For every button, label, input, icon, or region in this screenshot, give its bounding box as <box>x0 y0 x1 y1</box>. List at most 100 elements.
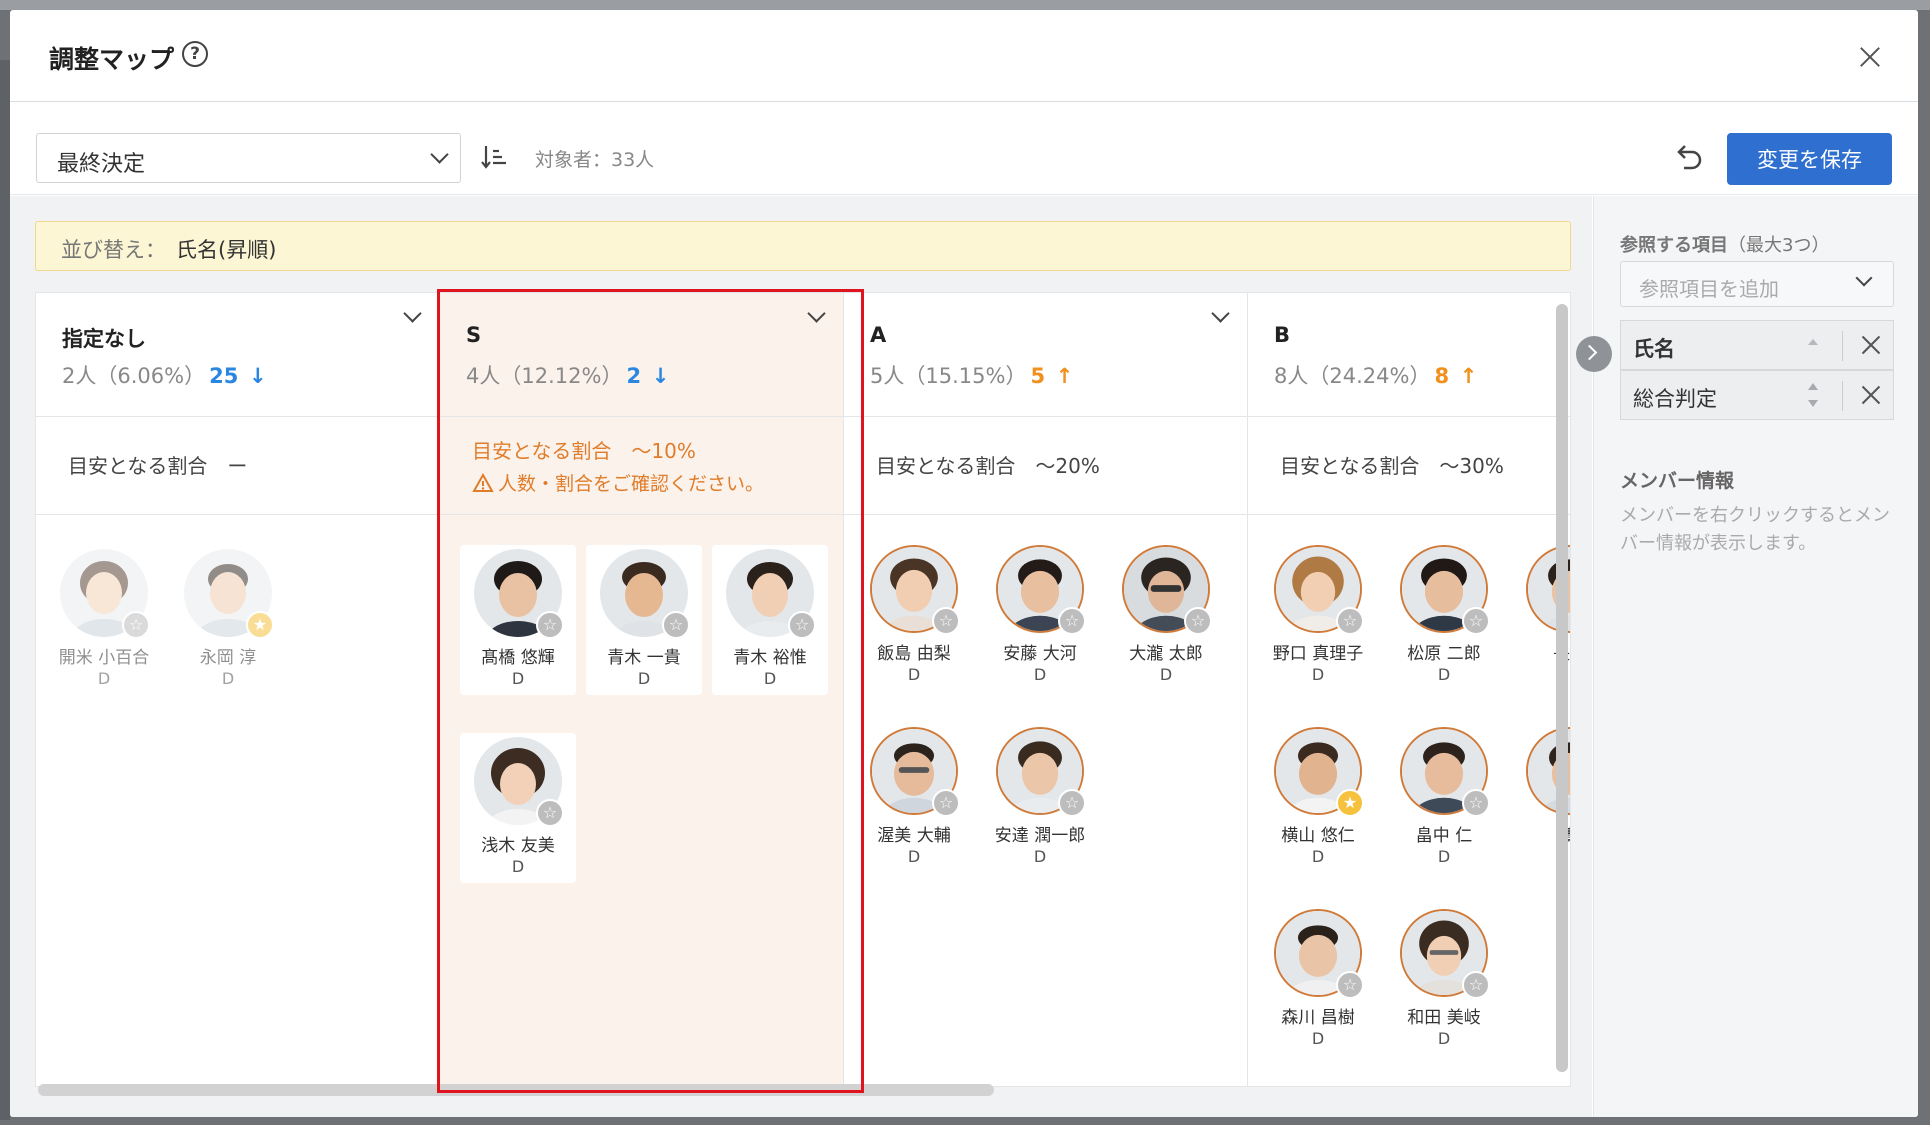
panel-toggle-button[interactable] <box>1576 336 1612 372</box>
member-card[interactable]: ☆ 畠中 仁 D <box>1386 723 1502 873</box>
star-icon[interactable]: ☆ <box>932 607 960 635</box>
member-grade: D <box>1311 847 1325 866</box>
member-info-description: メンバーを右クリックするとメンバー情報が表示します。 <box>1620 505 1890 554</box>
target-ratio-text: 目安となる割合 ー <box>68 454 248 478</box>
column-header: A 5人（15.15%） 5 ↑ <box>844 293 1247 417</box>
chevron-down-icon <box>1855 269 1873 287</box>
column-header: S 4人（12.12%） 2 ↓ <box>440 293 843 417</box>
target-ratio-text: 目安となる割合 ～30% <box>1280 454 1504 478</box>
vertical-scrollbar[interactable] <box>1556 304 1568 1072</box>
star-icon[interactable]: ☆ <box>1336 971 1364 999</box>
grade-column-a: A 5人（15.15%） 5 ↑ 目安となる割合 ～20% ☆ 飯島 由梨 D … <box>844 293 1248 1086</box>
ratio-warning-text: 人数・割合をご確認ください。 <box>498 473 765 495</box>
member-card[interactable]: ☆ 青木 一貴 D <box>586 545 702 695</box>
star-icon[interactable]: ☆ <box>1462 789 1490 817</box>
chevron-down-icon[interactable] <box>807 304 826 323</box>
column-count: 2人 <box>62 364 97 388</box>
sort-order-icon[interactable] <box>1805 380 1821 410</box>
column-name: B <box>1274 323 1291 347</box>
member-name: 和田 美岐 <box>1407 1008 1481 1028</box>
column-target-ratio: 目安となる割合 ー <box>36 417 439 515</box>
horizontal-scrollbar[interactable] <box>38 1084 994 1096</box>
member-card[interactable]: ☆ 飯島 由梨 D <box>856 541 972 691</box>
column-name: 指定なし <box>62 327 146 351</box>
column-count: 4人 <box>466 364 501 388</box>
reference-items-limit: （最大3つ） <box>1728 235 1830 256</box>
sort-banner-value: 氏名(昇順) <box>176 238 277 262</box>
member-card[interactable]: ☆ 森川 昌樹 D <box>1260 905 1376 1055</box>
member-card[interactable]: ☆ 安達 潤一郎 D <box>982 723 1098 873</box>
star-icon[interactable]: ☆ <box>1462 971 1490 999</box>
member-name: 横山 悠仁 <box>1281 826 1355 846</box>
member-name: 青木 裕惟 <box>733 648 807 668</box>
star-filled-icon[interactable]: ★ <box>246 611 274 639</box>
member-card[interactable]: ☆ 大瀧 太郎 D <box>1108 541 1224 691</box>
member-grade: D <box>1033 665 1047 684</box>
star-icon[interactable]: ☆ <box>1058 607 1086 635</box>
member-grade: D <box>97 669 111 688</box>
grade-column-none: 指定なし 2人（6.06%） 25 ↓ 目安となる割合 ー ☆ 開米 小百合 D… <box>36 293 440 1086</box>
remove-item-icon[interactable] <box>1856 379 1886 411</box>
reference-item[interactable]: 総合判定 <box>1620 370 1894 420</box>
member-grade: D <box>637 669 651 688</box>
member-card[interactable]: ★ 永岡 淳 D <box>170 545 286 695</box>
reference-item[interactable]: 氏名 <box>1620 320 1894 370</box>
member-card[interactable]: ☆ 青木 裕惟 D <box>712 545 828 695</box>
chevron-down-icon[interactable] <box>1211 304 1230 323</box>
member-card[interactable]: ★ 横山 悠仁 D <box>1260 723 1376 873</box>
column-percent: （15.15%） <box>904 364 1027 388</box>
reference-panel: 参照する項目（最大3つ） 参照項目を追加 氏名 総合判定 メンバー情報 メンバー… <box>1576 196 1918 1117</box>
star-icon[interactable]: ☆ <box>1336 607 1364 635</box>
member-grade: D <box>1159 665 1173 684</box>
save-changes-button[interactable]: 変更を保存 <box>1727 133 1892 185</box>
reference-items-heading: 参照する項目（最大3つ） <box>1620 231 1829 257</box>
member-grade: D <box>1033 847 1047 866</box>
toolbar: 最終決定 対象者：33人 変更を保存 <box>10 103 1918 195</box>
member-card[interactable]: ☆ 安藤 大河 D <box>982 541 1098 691</box>
column-diff: 2 <box>626 364 642 388</box>
member-card[interactable]: ☆ 和田 美岐 D <box>1386 905 1502 1055</box>
member-card[interactable]: ☆ 髙橋 悠輝 D <box>460 545 576 695</box>
member-card[interactable]: ☆ 浅木 友美 D <box>460 733 576 883</box>
column-stats: 8人（24.24%） 8 ↑ <box>1274 360 1477 390</box>
add-reference-item-select[interactable]: 参照項目を追加 <box>1620 261 1894 307</box>
arrow-up-icon: ↑ <box>1055 364 1074 388</box>
star-icon[interactable]: ☆ <box>1058 789 1086 817</box>
sort-order-icon[interactable] <box>1805 330 1821 360</box>
help-icon[interactable]: ? <box>182 41 208 67</box>
member-name: 大瀧 太郎 <box>1129 644 1203 664</box>
close-button[interactable] <box>1855 42 1885 72</box>
evaluation-stage-select[interactable]: 最終決定 <box>36 133 461 183</box>
star-icon[interactable]: ☆ <box>536 611 564 639</box>
star-filled-icon[interactable]: ★ <box>1336 789 1364 817</box>
undo-icon[interactable] <box>1668 138 1708 178</box>
member-grade: D <box>1437 665 1451 684</box>
divider <box>1842 381 1843 411</box>
remove-item-icon[interactable] <box>1856 329 1886 361</box>
member-grade: D <box>907 847 921 866</box>
member-card[interactable]: ☆ 野口 真理子 D <box>1260 541 1376 691</box>
reference-item-label: 総合判定 <box>1633 387 1717 411</box>
column-count: 8人 <box>1274 364 1309 388</box>
member-card[interactable]: ☆ 開米 小百合 D <box>46 545 162 695</box>
column-header: 指定なし 2人（6.06%） 25 ↓ <box>36 293 439 417</box>
column-target-ratio: 目安となる割合 ～30% <box>1248 417 1570 515</box>
star-icon[interactable]: ☆ <box>932 789 960 817</box>
column-count: 5人 <box>870 364 905 388</box>
column-target-ratio: 目安となる割合 ～20% <box>844 417 1247 515</box>
chevron-down-icon[interactable] <box>403 304 422 323</box>
member-name: 永岡 淳 <box>199 648 257 668</box>
star-icon[interactable]: ☆ <box>662 611 690 639</box>
member-card[interactable]: ☆ 松原 二郎 D <box>1386 541 1502 691</box>
sort-icon[interactable] <box>480 143 510 173</box>
member-card[interactable]: ☆ 渥美 大輔 D <box>856 723 972 873</box>
arrow-down-icon: ↓ <box>249 364 267 388</box>
column-diff: 8 <box>1434 364 1450 388</box>
star-icon[interactable]: ☆ <box>536 799 564 827</box>
member-grade: D <box>511 857 525 876</box>
column-percent: （12.12%） <box>500 364 623 388</box>
star-icon[interactable]: ☆ <box>1462 607 1490 635</box>
star-icon[interactable]: ☆ <box>788 611 816 639</box>
star-icon[interactable]: ☆ <box>122 611 150 639</box>
star-icon[interactable]: ☆ <box>1184 607 1212 635</box>
